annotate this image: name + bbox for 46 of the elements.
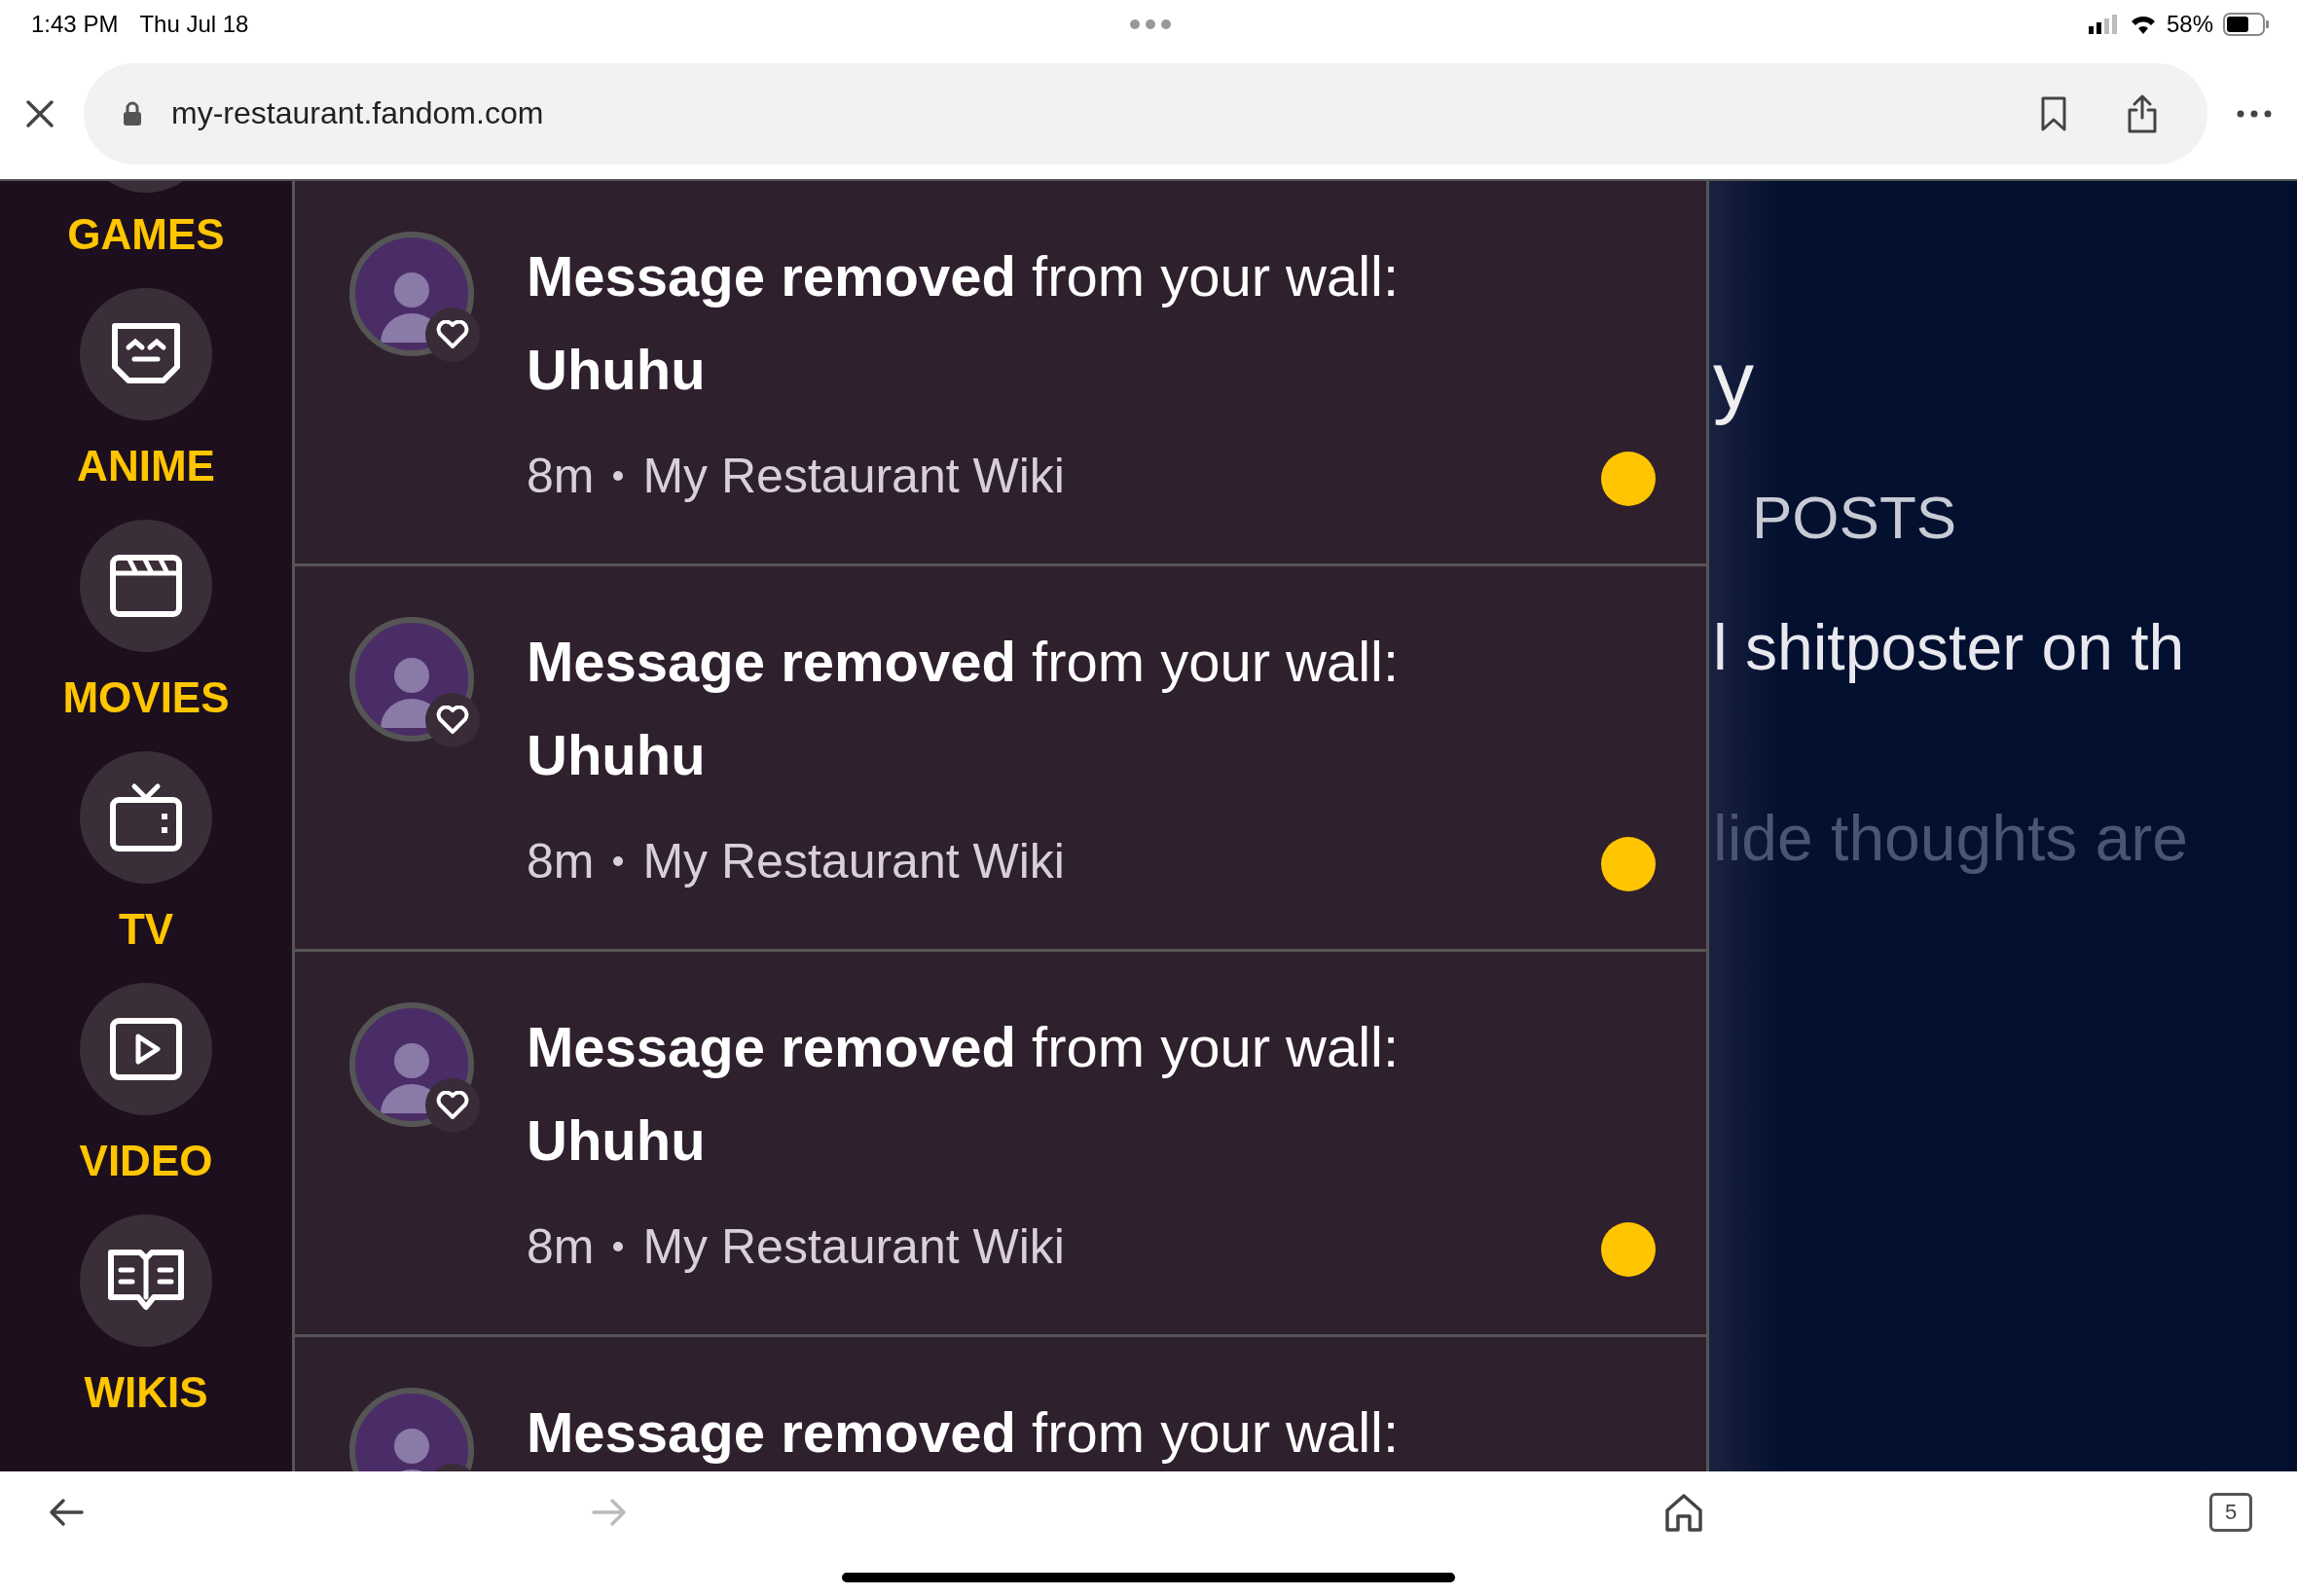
profile-name-fragment: y — [1713, 336, 1755, 424]
faded-text-fragment: lide thoughts are — [1713, 800, 2189, 875]
separator-dot-icon — [613, 470, 624, 481]
notification-title: Message removed from your wall: — [527, 242, 1400, 309]
status-time: 1:43 PM — [31, 10, 119, 38]
close-icon[interactable] — [25, 98, 55, 128]
notification-item[interactable]: Message removed from your wall: Uhuhu 8m My Restaurant Wiki — [295, 951, 1706, 1337]
status-date: Thu Jul 18 — [139, 10, 249, 38]
category-label[interactable]: WIKIS — [84, 1367, 208, 1417]
notification-item[interactable]: Message removed from your wall: Uhuhu 8m My Restaurant Wiki — [295, 565, 1706, 952]
category-label[interactable]: MOVIES — [62, 672, 230, 722]
heart-badge-icon — [425, 692, 480, 747]
category-label[interactable]: VIDEO — [79, 1136, 213, 1185]
category-label[interactable]: TV — [118, 904, 174, 954]
battery-percent: 58% — [2166, 10, 2213, 38]
separator-dot-icon — [613, 1241, 624, 1251]
notification-time: 8m — [527, 1217, 595, 1275]
more-icon[interactable] — [2237, 109, 2272, 118]
notification-item[interactable]: Message removed from your wall: Uhuhu 8m My Restaurant Wiki — [295, 180, 1706, 566]
category-label[interactable]: GAMES — [67, 209, 225, 259]
notification-subject: Uhuhu — [527, 1106, 707, 1174]
notification-title: Message removed from your wall: — [527, 1013, 1400, 1080]
notification-subject: Uhuhu — [527, 721, 707, 788]
notification-time: 8m — [527, 447, 595, 504]
more-dots-icon[interactable] — [1129, 18, 1172, 30]
posts-count-fragment: POSTS — [1752, 482, 1958, 552]
signal-icon — [2088, 14, 2120, 34]
notification-time: 8m — [527, 832, 595, 889]
notification-title: Message removed from your wall: — [527, 1398, 1400, 1466]
profile-bio-fragment: l shitposter on th — [1713, 609, 2186, 684]
tab-count-button[interactable]: 5 — [2209, 1493, 2252, 1533]
notification-title: Message removed from your wall: — [527, 628, 1400, 695]
back-arrow-icon[interactable] — [49, 1498, 84, 1528]
wiki-name: My Restaurant Wiki — [642, 832, 1065, 889]
notification-subject: Uhuhu — [527, 336, 707, 403]
lock-icon — [123, 100, 142, 127]
bookmark-icon[interactable] — [2040, 95, 2067, 131]
share-icon[interactable] — [2126, 93, 2159, 133]
wiki-name: My Restaurant Wiki — [642, 1217, 1065, 1275]
category-label[interactable]: ANIME — [77, 441, 215, 490]
separator-dot-icon — [613, 855, 624, 866]
battery-icon — [2223, 12, 2270, 36]
wiki-name: My Restaurant Wiki — [642, 447, 1065, 504]
home-icon[interactable] — [1664, 1493, 1703, 1533]
address-bar[interactable]: my-restaurant.fandom.com — [84, 62, 2207, 164]
url-text: my-restaurant.fandom.com — [171, 95, 544, 132]
